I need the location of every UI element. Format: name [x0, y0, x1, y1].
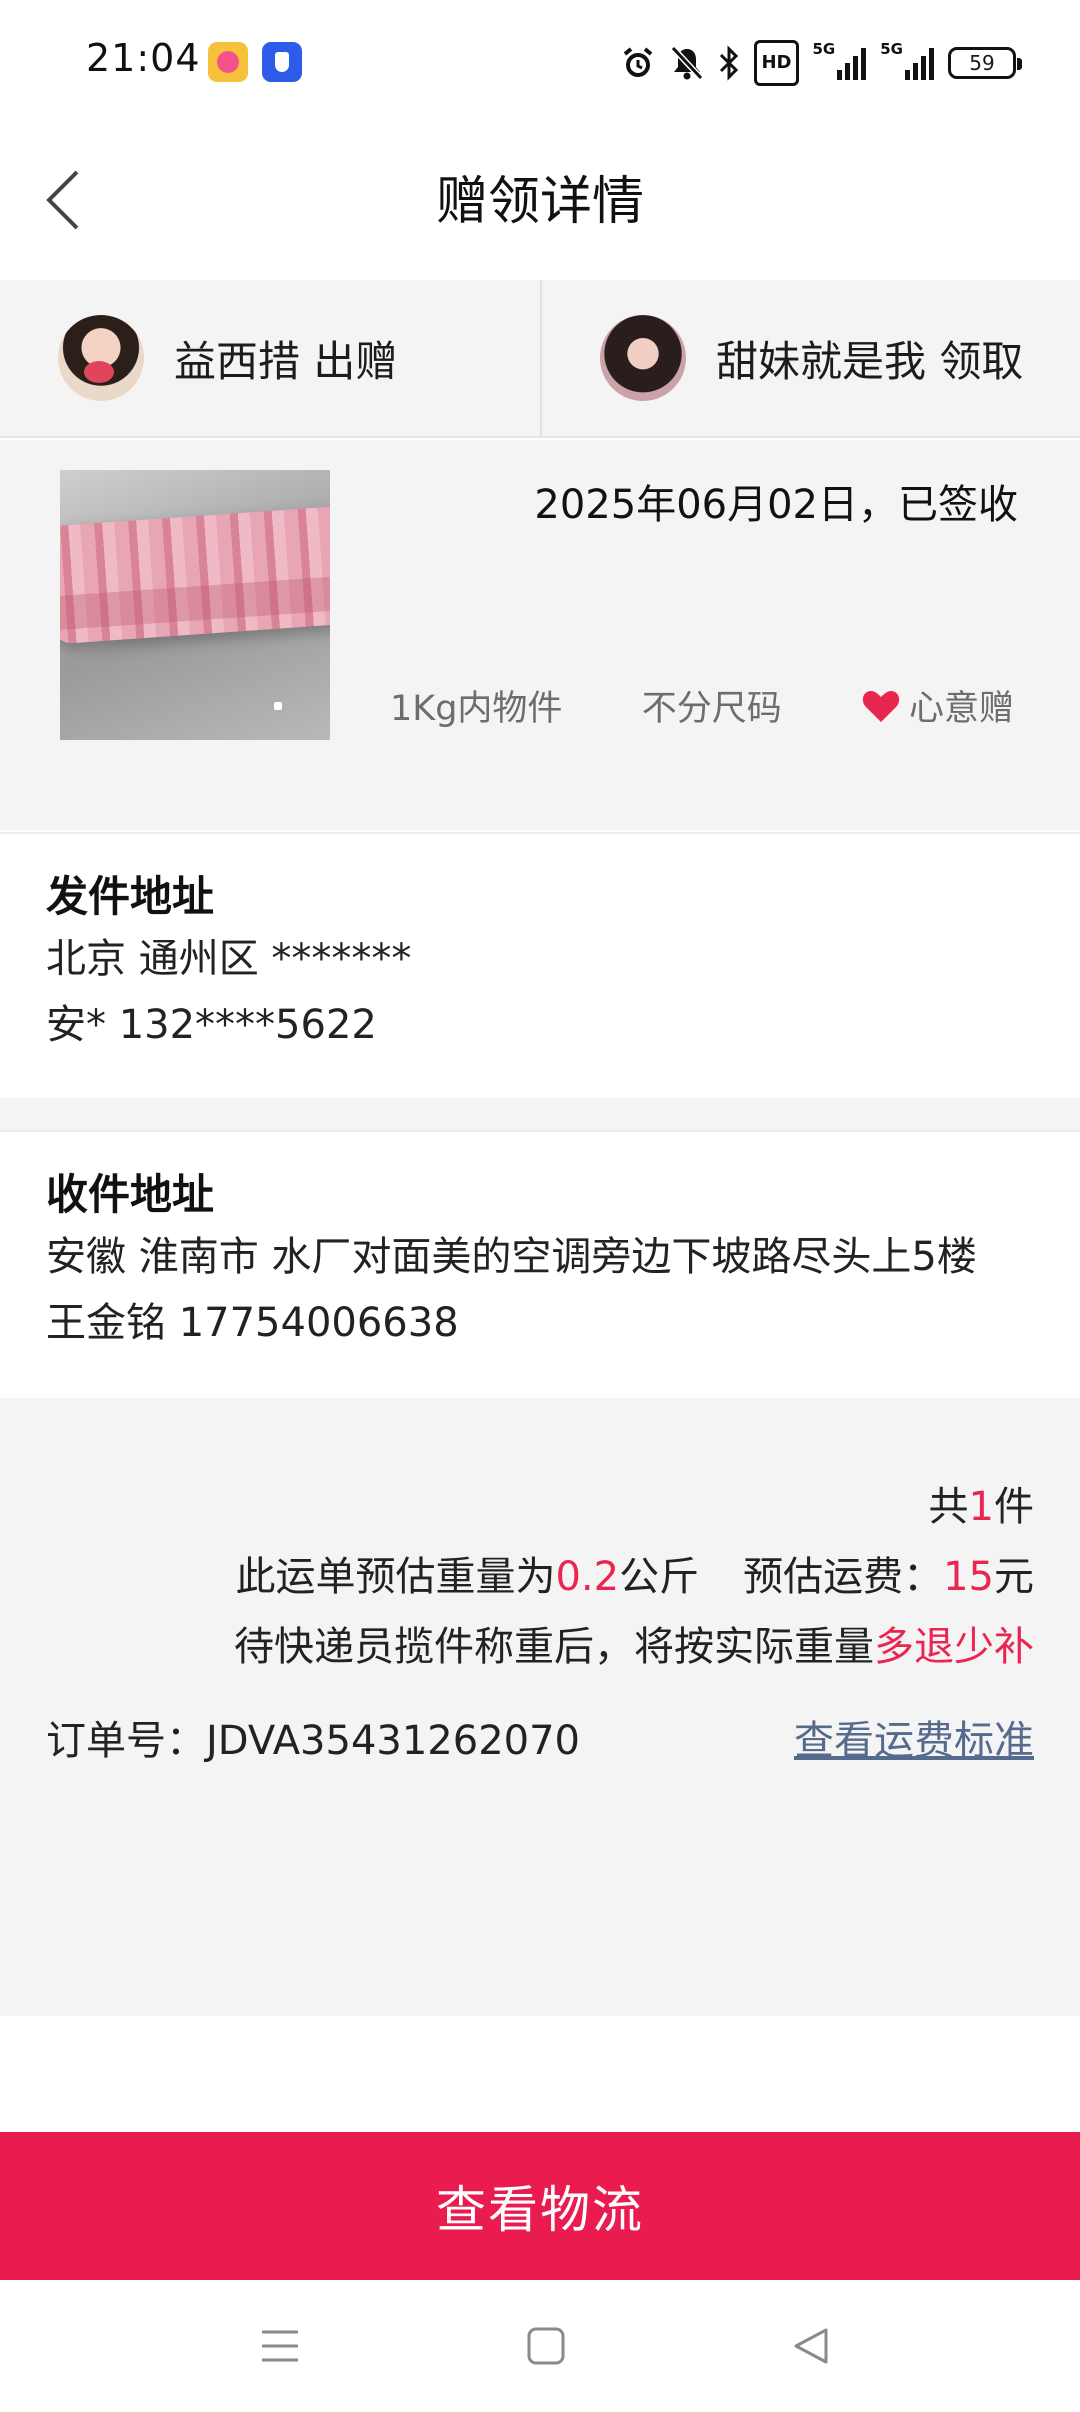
5g-signal-icon: 5G: [880, 40, 934, 86]
receiver-label: 甜妹就是我 领取: [716, 336, 1024, 386]
send-address-title: 发件地址: [46, 872, 215, 921]
home-button[interactable]: [516, 2316, 576, 2376]
send-address-contact: 安* 132****5622: [46, 1002, 377, 1048]
mute-icon: [670, 40, 704, 86]
receiver-info[interactable]: 甜妹就是我 领取: [600, 310, 1023, 406]
heart-gift-tag: 心意赠: [861, 680, 1014, 731]
receive-address-title: 收件地址: [46, 1170, 215, 1219]
gift-item-card[interactable]: 2025年06月02日，已签收 1Kg内物件 不分尺码 心意赠: [0, 440, 1080, 830]
system-back-button[interactable]: [782, 2316, 842, 2376]
delivery-status: 2025年06月02日，已签收: [534, 482, 1018, 528]
size-tag: 不分尺码: [641, 689, 782, 729]
giver-info[interactable]: 益西措 出赠: [58, 310, 397, 406]
hd-icon: HD: [754, 40, 799, 86]
giver-label: 益西措 出赠: [174, 336, 398, 386]
menu-icon: [262, 2330, 298, 2362]
order-number: 订单号：JDVA35431262070: [46, 1718, 581, 1764]
heart-icon: [862, 690, 900, 722]
notification-app-icon: [208, 42, 248, 82]
status-bar: 21:04 HD 5G 5G 59: [0, 0, 1080, 124]
title-bar: 赠领详情: [0, 124, 1080, 280]
weight-tag: 1Kg内物件: [390, 689, 563, 729]
system-nav-bar: [0, 2280, 1080, 2412]
weighing-note: 待快递员揽件称重后，将按实际重量多退少补: [234, 1624, 1034, 1670]
home-square-icon: [527, 2327, 565, 2365]
divider: [540, 280, 542, 438]
receive-address-location: 安徽 淮南市 水厂对面美的空调旁边下坡路尽头上5楼: [46, 1234, 977, 1280]
send-address-location: 北京 通州区 *******: [46, 936, 412, 982]
status-icons: HD 5G 5G 59: [620, 40, 1022, 86]
status-time: 21:04: [86, 36, 201, 80]
estimated-weight-fee: 此运单预估重量为0.2公斤 预估运费：15元: [235, 1554, 1034, 1600]
heart-gift-label: 心意赠: [908, 689, 1014, 729]
item-tags: 1Kg内物件 不分尺码 心意赠: [390, 680, 1014, 731]
back-triangle-icon: [794, 2328, 828, 2364]
section-gap: [0, 1098, 1080, 1130]
foam-roller-image: [60, 505, 330, 645]
bluetooth-icon: [718, 40, 740, 86]
item-count: 共1件: [928, 1484, 1034, 1530]
image-indicator: [274, 702, 282, 710]
page-title: 赠领详情: [435, 172, 644, 232]
5g-signal-icon: 5G: [813, 40, 867, 86]
receive-address-section: 收件地址 安徽 淮南市 水厂对面美的空调旁边下坡路尽头上5楼 王金铭 17754…: [0, 1130, 1080, 1398]
freight-section: 共1件 此运单预估重量为0.2公斤 预估运费：15元 待快递员揽件称重后，将按实际…: [0, 1398, 1080, 2016]
giver-avatar[interactable]: [58, 315, 144, 401]
view-logistics-button[interactable]: 查看物流: [0, 2132, 1080, 2280]
send-address-section: 发件地址 北京 通州区 ******* 安* 132****5622: [0, 832, 1080, 1098]
gift-parties: 益西措 出赠 甜妹就是我 领取: [0, 280, 1080, 438]
notification-app-icon: [262, 42, 302, 82]
receive-address-contact: 王金铭 17754006638: [46, 1300, 459, 1346]
battery-icon: 59: [948, 47, 1022, 79]
recent-apps-button[interactable]: [250, 2316, 310, 2376]
alarm-icon: [620, 40, 656, 86]
item-photo[interactable]: [60, 470, 330, 740]
receiver-avatar[interactable]: [600, 315, 686, 401]
fee-standard-link[interactable]: 查看运费标准: [794, 1708, 1034, 1766]
battery-level: 59: [969, 51, 995, 75]
